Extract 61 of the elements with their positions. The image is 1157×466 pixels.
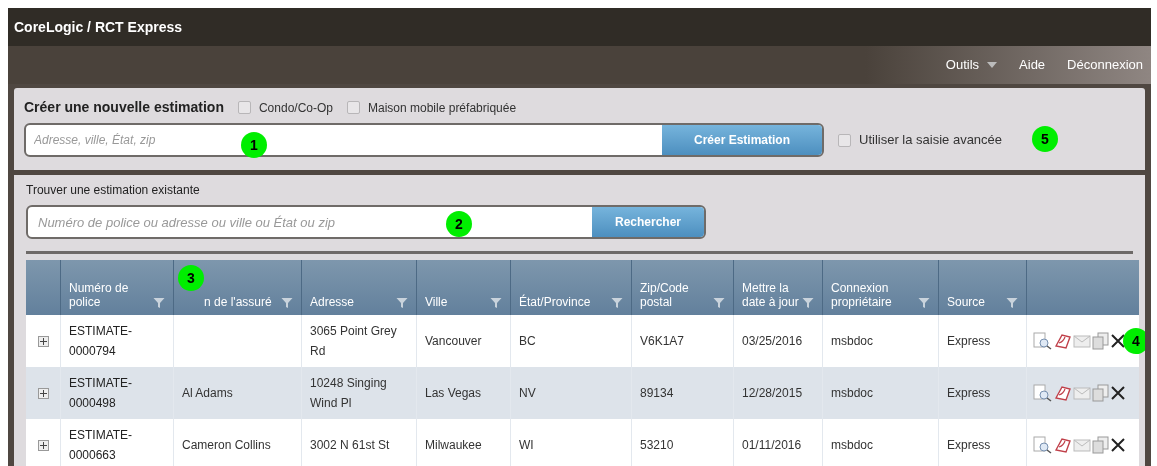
delete-icon[interactable] <box>1110 333 1126 349</box>
checkbox[interactable] <box>237 101 251 114</box>
magnifier-document-icon[interactable] <box>1033 384 1053 402</box>
table-cell-text: 01/11/2016 <box>742 437 802 454</box>
filter-icon[interactable] <box>153 297 165 309</box>
delete-icon[interactable] <box>1110 437 1126 453</box>
table-cell-text: msbdoc <box>831 385 874 402</box>
create-estimate-button[interactable]: Créer Estimation <box>662 125 822 155</box>
nav-link[interactable]: Outils <box>945 55 998 75</box>
expand-icon[interactable] <box>37 387 49 399</box>
callout-badge: 5 <box>1032 126 1058 152</box>
table-cell-text: Express <box>947 333 991 350</box>
table-cell-text: Al Adams <box>182 385 233 402</box>
table-cell-text: 3065 Point Grey Rd <box>310 323 398 360</box>
table-cell-text: 53210 <box>640 437 674 454</box>
table-cell-text: V6K1A7 <box>640 333 685 350</box>
table-cell-text: Express <box>947 437 991 454</box>
table-cell-text: Vancouver <box>425 333 482 350</box>
table-cell-text: 03/25/2016 <box>742 333 803 350</box>
table-cell-text: 10248 Singing Wind Pl <box>310 375 388 412</box>
caret-icon <box>987 62 998 68</box>
magnifier-document-icon[interactable] <box>1033 436 1053 454</box>
table-cell-text: 89134 <box>640 385 674 402</box>
filter-icon[interactable] <box>1006 297 1018 309</box>
expand-icon[interactable] <box>37 335 49 347</box>
filter-icon[interactable] <box>713 297 725 309</box>
table-cell-text: Cameron Collins <box>182 437 271 454</box>
delete-icon[interactable] <box>1110 385 1126 401</box>
expand-icon[interactable] <box>37 439 49 451</box>
filter-icon[interactable] <box>281 297 293 309</box>
table-cell-text: ESTIMATE-0000663 <box>69 427 134 464</box>
filter-icon[interactable] <box>490 297 502 309</box>
checkbox-label: Maison mobile préfabriquée <box>368 99 517 117</box>
checkbox-label: Utiliser la saisie avancée <box>859 131 1003 150</box>
filter-icon[interactable] <box>918 297 930 309</box>
section-title: Créer une nouvelle estimation <box>24 98 224 117</box>
magnifier-document-icon[interactable] <box>1033 332 1053 350</box>
table-cell-text: BC <box>519 333 536 350</box>
checkbox[interactable] <box>838 133 851 147</box>
checkbox[interactable] <box>347 101 360 114</box>
table-cell-text: msbdoc <box>831 437 874 454</box>
checkbox-label: Condo/Co-Op <box>258 99 333 117</box>
table-cell-text: msbdoc <box>831 333 874 350</box>
table-cell-text: ESTIMATE-0000498 <box>69 375 134 412</box>
window-title: CoreLogic / RCT Express <box>14 17 183 37</box>
search-button[interactable]: Rechercher <box>592 207 704 237</box>
table-cell-text: WI <box>519 437 534 454</box>
nav-link[interactable]: Aide <box>1019 55 1046 75</box>
filter-icon[interactable] <box>611 297 623 309</box>
table-cell-text: 12/28/2015 <box>742 385 803 402</box>
nav-link[interactable]: Déconnexion <box>1067 55 1143 75</box>
table-cell-text: Express <box>947 385 991 402</box>
table-cell-text: ESTIMATE-0000794 <box>69 323 134 360</box>
callout-badge: 4 <box>1123 328 1145 354</box>
filter-icon[interactable] <box>396 297 408 309</box>
section-title: Trouver une estimation existante <box>26 182 201 199</box>
table-cell-text: NV <box>519 385 536 402</box>
table-cell-text: Milwaukee <box>425 437 482 454</box>
table-cell-text: 3002 N 61st St <box>310 437 390 454</box>
table-cell-text: Las Vegas <box>425 385 482 402</box>
filter-icon[interactable] <box>802 297 814 309</box>
